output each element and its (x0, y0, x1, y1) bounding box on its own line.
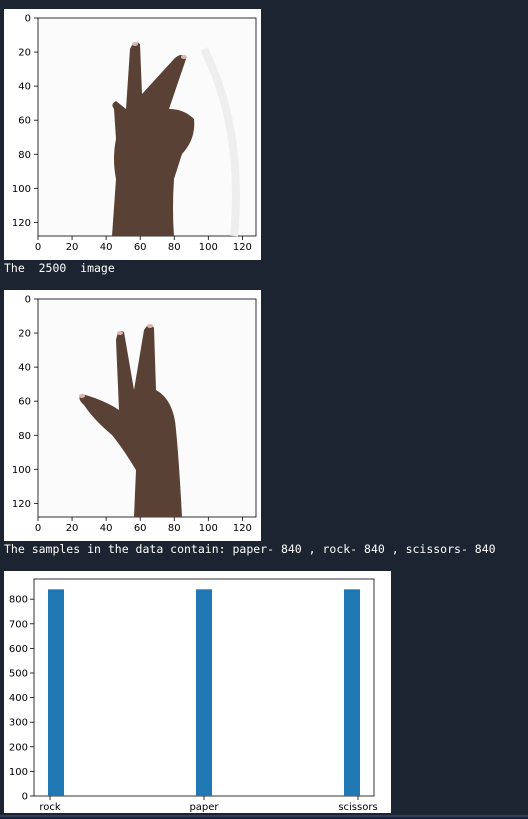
x-tick-label: 60 (134, 523, 147, 534)
stdout-image-count: The 2500 image (4, 261, 115, 275)
y-tick-label: 80 (18, 150, 31, 161)
y-tick-label: 40 (18, 363, 31, 374)
y-tick-label: 20 (18, 329, 31, 340)
x-tick-label: 40 (100, 523, 113, 534)
bar-rock (48, 589, 64, 796)
image-plot-2-svg: 0 20 40 60 80 100 120 0 20 40 60 80 100 120 (12, 295, 257, 534)
bar-chart-y-tick-label: 800 (9, 595, 28, 606)
x-tick-label: 20 (66, 523, 79, 534)
bar-chart-x-tick-label: scissors (338, 802, 377, 813)
x-tick-label: 80 (168, 523, 181, 534)
bar-chart-y-tick-label: 700 (9, 619, 28, 630)
bar-chart-y-tick-label: 600 (9, 644, 28, 655)
y-tick-label: 100 (12, 184, 31, 195)
fingernail-1 (132, 42, 138, 46)
y-tick-label: 40 (18, 82, 31, 93)
fingernail-2 (147, 324, 153, 328)
x-tick-label: 0 (35, 242, 41, 253)
bar-chart-card: 0 100 200 300 400 500 600 700 800 rock paper scisso… (4, 571, 391, 813)
y-tick-label: 0 (25, 295, 31, 306)
y-tick-label: 100 (12, 465, 31, 476)
image-plot-2-y-axis: 0 20 40 60 80 100 120 (12, 295, 38, 510)
image-plot-1-x-axis: 0 20 40 60 80 100 120 (35, 236, 252, 253)
bar-chart-y-tick-label: 200 (9, 742, 28, 753)
y-tick-label: 80 (18, 431, 31, 442)
bar-paper (196, 589, 212, 796)
y-tick-label: 60 (18, 397, 31, 408)
x-tick-label: 0 (35, 523, 41, 534)
bar-chart-y-tick-label: 500 (9, 668, 28, 679)
image-plot-2-x-axis: 0 20 40 60 80 100 120 (35, 517, 252, 534)
image-plot-1: 0 20 40 60 80 100 120 0 20 40 60 80 100 120 (4, 9, 261, 260)
bar-chart-x-tick-label: rock (39, 802, 61, 813)
x-tick-label: 40 (100, 242, 113, 253)
image-plot-2: 0 20 40 60 80 100 120 0 20 40 60 80 100 120 (4, 290, 261, 541)
bar-scissors (344, 589, 360, 796)
bar-chart-y-tick-label: 0 (22, 792, 28, 803)
stdout-sample-counts: The samples in the data contain: paper- … (4, 542, 496, 556)
x-tick-label: 120 (233, 523, 252, 534)
x-tick-label: 60 (134, 242, 147, 253)
x-tick-label: 120 (233, 242, 252, 253)
image-plot-1-svg: 0 20 40 60 80 100 120 0 20 40 60 80 100 120 (12, 14, 257, 253)
y-tick-label: 0 (25, 14, 31, 25)
cell-divider (0, 815, 528, 817)
fingernail-1 (117, 331, 123, 335)
notebook-output-area: 0 20 40 60 80 100 120 0 20 40 60 80 100 120 The 2500… (0, 0, 528, 819)
bar-chart-y-tick-label: 400 (9, 693, 28, 704)
image-plot-1-y-axis: 0 20 40 60 80 100 120 (12, 14, 38, 229)
y-tick-label: 60 (18, 116, 31, 127)
fingernail-2 (181, 55, 187, 59)
bar-chart: 0 100 200 300 400 500 600 700 800 rock paper scisso… (9, 578, 378, 813)
y-tick-label: 20 (18, 48, 31, 59)
y-tick-label: 120 (12, 499, 31, 510)
x-tick-label: 80 (168, 242, 181, 253)
x-tick-label: 20 (66, 242, 79, 253)
x-tick-label: 100 (199, 242, 218, 253)
fingernail-3 (79, 394, 85, 398)
bar-chart-y-tick-label: 100 (9, 767, 28, 778)
bar-chart-x-tick-label: paper (189, 802, 219, 813)
bar-chart-y-tick-label: 300 (9, 718, 28, 729)
x-tick-label: 100 (199, 523, 218, 534)
y-tick-label: 120 (12, 218, 31, 229)
